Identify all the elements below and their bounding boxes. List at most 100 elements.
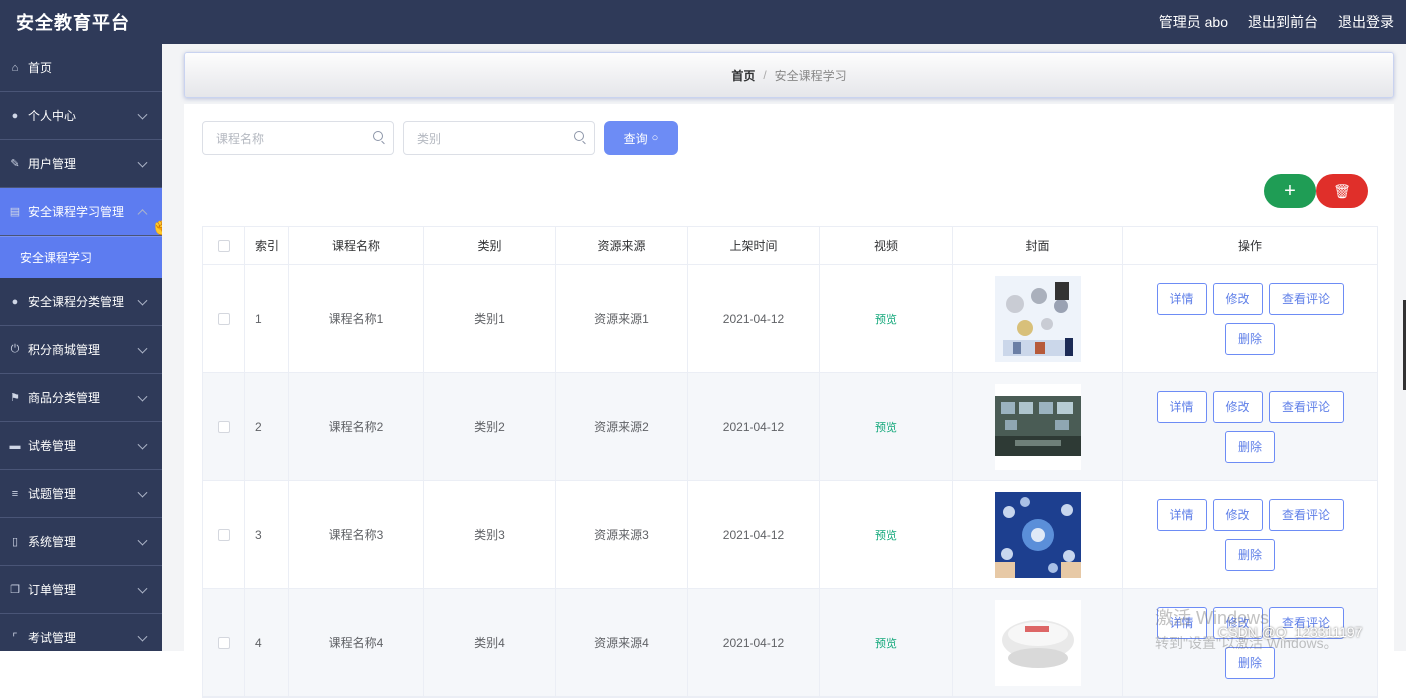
view-comments-button[interactable]: 查看评论 [1268, 282, 1344, 315]
add-button[interactable]: + [1264, 174, 1316, 208]
select-all-checkbox[interactable] [217, 239, 230, 252]
view-comments-button[interactable]: 查看评论 [1268, 390, 1344, 423]
cover-image [994, 275, 1081, 362]
row-source: 资源来源1 [556, 265, 688, 372]
detail-button[interactable]: 详情 [1156, 498, 1207, 531]
sidebar-item-label: 考试管理 [28, 631, 77, 645]
sidebar-item-goods-category[interactable]: ⚑ 商品分类管理 [0, 374, 162, 422]
exit-to-front-link[interactable]: 退出到前台 [1248, 12, 1318, 32]
logout-link[interactable]: 退出登录 [1338, 12, 1394, 32]
sidebar-item-exam-paper[interactable]: ▬ 试卷管理 [0, 422, 162, 470]
app-title: 安全教育平台 [16, 13, 130, 33]
detail-button[interactable]: 详情 [1156, 282, 1207, 315]
delete-button[interactable]: 删除 [1225, 646, 1275, 679]
delete-button[interactable]: 删除 [1225, 322, 1275, 355]
breadcrumb-separator: / [763, 68, 767, 82]
search-icon: ○ [651, 132, 659, 144]
sidebar-item-points-mall[interactable]: ⏻ 积分商城管理 [0, 326, 162, 374]
row-date: 2021-04-12 [688, 589, 820, 696]
sidebar-item-exam[interactable]: ⌜ 考试管理 [0, 614, 162, 651]
sidebar-item-user-management[interactable]: ✎ 用户管理 [0, 140, 162, 188]
view-comments-button[interactable]: 查看评论 [1268, 606, 1344, 639]
category-placeholder: 类别 [417, 131, 442, 146]
sidebar-item-label: 安全课程学习管理 [28, 205, 125, 219]
sidebar-item-home[interactable]: ⌂ 首页 [0, 44, 162, 92]
edit-button[interactable]: 修改 [1212, 282, 1263, 315]
row-source: 资源来源2 [556, 373, 688, 480]
batch-delete-button[interactable]: 🗑 [1316, 174, 1368, 208]
sidebar-item-question[interactable]: ≡ 试题管理 [0, 470, 162, 518]
detail-button[interactable]: 详情 [1156, 606, 1207, 639]
row-category: 类别1 [424, 265, 556, 372]
header-date: 上架时间 [688, 227, 820, 264]
row-date: 2021-04-12 [688, 265, 820, 372]
sidebar-item-label: 试题管理 [28, 487, 77, 501]
row-video-cell: 预览 [820, 481, 953, 588]
power-icon: ⏻ [10, 343, 20, 355]
detail-button[interactable]: 详情 [1156, 390, 1207, 423]
header-actions: 操作 [1237, 239, 1262, 253]
search-icon [574, 131, 584, 141]
row-checkbox[interactable] [217, 312, 230, 325]
sidebar-item-course-study-management[interactable]: ▤ 安全课程学习管理 [0, 188, 162, 236]
edit-button[interactable]: 修改 [1212, 606, 1263, 639]
category-search-input[interactable]: 类别 [403, 121, 595, 155]
query-button[interactable]: 查询 ○ [604, 121, 678, 155]
row-video-cell: 预览 [820, 373, 953, 480]
row-index: 4 [245, 589, 289, 696]
row-actions-cell: 详情 修改 查看评论 删除 [1123, 265, 1377, 372]
copy-icon: ❐ [10, 584, 20, 596]
row-cover-cell [953, 265, 1123, 372]
sidebar-item-label: 积分商城管理 [28, 343, 101, 357]
row-checkbox[interactable] [217, 528, 230, 541]
chevron-down-icon [137, 535, 148, 546]
preview-link[interactable]: 预览 [875, 635, 897, 651]
course-name-search-input[interactable]: 课程名称 [202, 121, 394, 155]
cover-image [994, 599, 1081, 686]
sidebar-item-label: 首页 [28, 61, 53, 75]
chevron-down-icon [137, 157, 148, 168]
row-select-cell [203, 265, 245, 372]
row-index: 2 [245, 373, 289, 480]
breadcrumb-home[interactable]: 首页 [731, 67, 755, 84]
top-links: 管理员 abo 退出到前台 退出登录 [1159, 12, 1394, 32]
bracket-icon: ⌜ [12, 632, 18, 644]
table-header: 索引 课程名称 类别 资源来源 上架时间 视频 封面 操作 [203, 227, 1377, 265]
list-icon: ≡ [11, 487, 19, 500]
row-checkbox[interactable] [217, 420, 230, 433]
edit-button[interactable]: 修改 [1212, 390, 1263, 423]
row-checkbox[interactable] [217, 636, 230, 649]
table-row: 2 课程名称2 类别2 资源来源2 2021-04-12 预览 详情 修改 查看… [203, 373, 1377, 481]
sidebar-item-label: 个人中心 [28, 109, 77, 123]
preview-link[interactable]: 预览 [875, 527, 897, 543]
sidebar-item-course-category-management[interactable]: ● 安全课程分类管理 [0, 278, 162, 326]
header-course-name: 课程名称 [289, 227, 424, 264]
chevron-up-icon [137, 208, 148, 219]
sidebar-item-order[interactable]: ❐ 订单管理 [0, 566, 162, 614]
breadcrumb-current: 安全课程学习 [774, 68, 847, 83]
preview-link[interactable]: 预览 [875, 419, 897, 435]
row-date: 2021-04-12 [688, 373, 820, 480]
sidebar-item-personal-center[interactable]: ● 个人中心 [0, 92, 162, 140]
home-icon: ⌂ [11, 61, 19, 74]
table-row: 1 课程名称1 类别1 资源来源1 2021-04-12 预览 详情 修改 查看… [203, 265, 1377, 373]
chevron-down-icon [137, 391, 148, 402]
delete-button[interactable]: 删除 [1225, 430, 1275, 463]
top-navbar: 安全教育平台 管理员 abo 退出到前台 退出登录 [0, 0, 1406, 44]
edit-button[interactable]: 修改 [1212, 498, 1263, 531]
sidebar-item-system[interactable]: ▯ 系统管理 [0, 518, 162, 566]
breadcrumb: 首页 / 安全课程学习 [184, 52, 1394, 98]
row-course-name: 课程名称2 [289, 373, 424, 480]
trash-icon: 🗑 [1333, 182, 1351, 199]
content-panel: 课程名称 类别 查询 ○ + 🗑 索引 课程名称 类别 资源来源 上架时间 视频… [184, 104, 1394, 698]
delete-button[interactable]: 删除 [1225, 538, 1275, 571]
view-comments-button[interactable]: 查看评论 [1268, 498, 1344, 531]
user-icon: ● [11, 295, 19, 308]
admin-user-label: 管理员 abo [1158, 14, 1228, 30]
table-row: 4 课程名称4 类别4 资源来源4 2021-04-12 预览 详情 修改 查看… [203, 589, 1377, 697]
row-video-cell: 预览 [820, 265, 953, 372]
row-cover-cell [953, 373, 1123, 480]
sidebar-subitem-course-study[interactable]: 安全课程学习 [0, 236, 162, 278]
row-actions-cell: 详情 修改 查看评论 删除 [1123, 481, 1377, 588]
preview-link[interactable]: 预览 [875, 311, 897, 327]
